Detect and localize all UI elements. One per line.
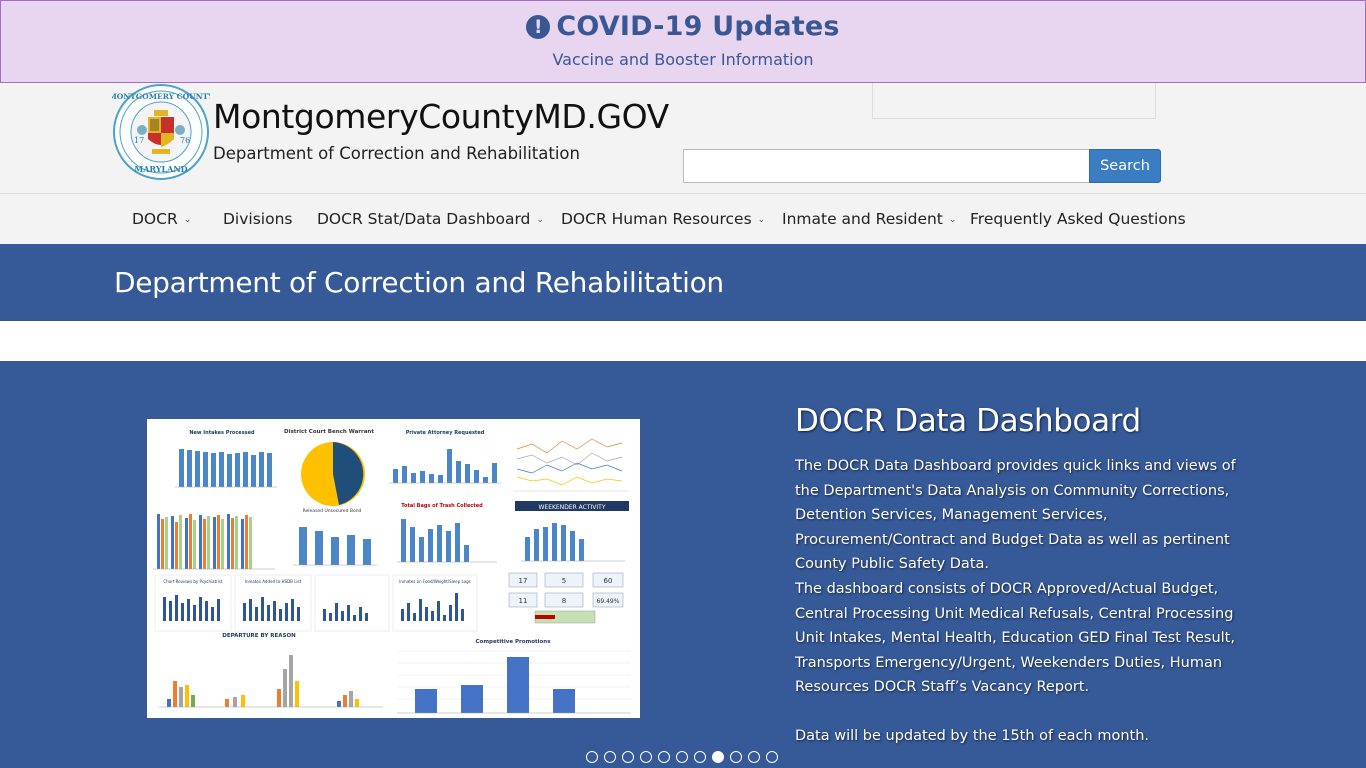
dash-panel-title: DEPARTURE BY REASON: [222, 633, 296, 639]
dash-panel-title: Competitive Promotions: [476, 639, 552, 645]
covid-title[interactable]: ! COVID-19 Updates: [1, 11, 1365, 42]
hero-paragraph-3: Data will be updated by the 15th of each…: [795, 728, 1149, 744]
exclamation-circle-icon: !: [526, 15, 551, 39]
nav-item-label: Inmate and Resident: [782, 210, 943, 228]
page-title: Department of Correction and Rehabilitat…: [114, 266, 724, 299]
dash-panel-title: Chart Reviews by Psychiatrist: [163, 579, 223, 584]
covid-title-text: COVID-19 Updates: [556, 11, 840, 42]
covid-subtitle-link[interactable]: Vaccine and Booster Information: [1, 50, 1365, 69]
svg-text:MONTGOMERY COUNTY: MONTGOMERY COUNTY: [112, 92, 210, 101]
dash-panel-title: Released Unsecured Bond: [303, 508, 362, 514]
main-nav: DOCR ⌄ Divisions DOCR Stat/Data Dashboard…: [0, 193, 1366, 244]
chevron-down-icon: ⌄: [757, 215, 766, 225]
dash-kpi-value: 69.49%: [597, 598, 620, 605]
dash-panel-title: District Court Bench Warrant: [284, 429, 374, 435]
svg-text:76: 76: [180, 136, 190, 145]
dash-kpi-value: 60: [604, 577, 613, 585]
carousel-dot[interactable]: [766, 751, 778, 763]
nav-item-docr-human-resources[interactable]: DOCR Human Resources ⌄: [561, 210, 765, 228]
page-title-banner: Department of Correction and Rehabilitat…: [0, 244, 1366, 321]
site-header: MONTGOMERY COUNTY MARYLAND 17 76 Montgom…: [0, 83, 1366, 193]
dash-panel-title: New Intakes Processed: [189, 430, 255, 436]
nav-item-label: DOCR Human Resources: [561, 210, 752, 228]
site-title[interactable]: MontgomeryCountyMD.GOV: [213, 97, 669, 136]
department-name[interactable]: Department of Correction and Rehabilitat…: [213, 144, 580, 163]
dash-panel-title: WEEKENDER ACTIVITY: [538, 504, 605, 511]
hero-paragraph-1: The DOCR Data Dashboard provides quick l…: [795, 458, 1236, 573]
nav-item-label: DOCR: [132, 210, 178, 228]
dash-panel-title: Total Bags of Trash Collected: [401, 503, 483, 509]
carousel-dot[interactable]: [622, 751, 634, 763]
montgomery-county-seal-logo[interactable]: MONTGOMERY COUNTY MARYLAND 17 76: [108, 83, 214, 181]
dash-kpi-value: 17: [519, 577, 528, 585]
carousel-dot[interactable]: [730, 751, 742, 763]
nav-item-docr[interactable]: DOCR ⌄: [132, 210, 191, 228]
dash-kpi-value: 8: [562, 597, 566, 605]
carousel-dot[interactable]: [676, 751, 688, 763]
chevron-down-icon: ⌄: [536, 215, 544, 225]
carousel-dot[interactable]: [586, 751, 598, 763]
nav-item-label: Divisions: [223, 210, 293, 228]
nav-item-faq[interactable]: Frequently Asked Questions: [970, 210, 1186, 228]
dash-panel-title: Inmates Added to HSDB List: [245, 579, 302, 584]
nav-item-label: Frequently Asked Questions: [970, 210, 1186, 228]
carousel-dot[interactable]: [640, 751, 652, 763]
header-utility-box: [872, 83, 1156, 119]
chevron-down-icon: ⌄: [948, 215, 957, 225]
dash-panel-title: Private Attorney Requested: [406, 430, 485, 436]
hero-carousel: New Intakes Processed District Court Ben…: [0, 361, 1366, 768]
dashboard-preview-image[interactable]: New Intakes Processed District Court Ben…: [147, 419, 640, 718]
svg-text:MARYLAND: MARYLAND: [134, 164, 187, 174]
search-button[interactable]: Search: [1089, 149, 1161, 183]
chevron-down-icon: ⌄: [183, 215, 192, 225]
carousel-dot[interactable]: [604, 751, 616, 763]
search-input[interactable]: [683, 149, 1090, 183]
svg-text:17: 17: [134, 136, 144, 145]
carousel-dot[interactable]: [694, 751, 706, 763]
carousel-pagination: [586, 751, 778, 763]
hero-paragraph-2: The dashboard consists of DOCR Approved/…: [795, 581, 1235, 696]
nav-item-divisions[interactable]: Divisions: [223, 210, 293, 228]
covid-updates-banner[interactable]: ! COVID-19 Updates Vaccine and Booster In…: [0, 0, 1366, 83]
nav-item-inmate-and-resident[interactable]: Inmate and Resident ⌄: [782, 210, 956, 228]
carousel-dot-active[interactable]: [712, 751, 724, 763]
hero-title: DOCR Data Dashboard: [795, 403, 1141, 439]
carousel-dot[interactable]: [658, 751, 670, 763]
dash-panel-title: Inmates on Food/Weight/Sleep Logs: [399, 579, 471, 584]
nav-item-label: DOCR Stat/Data Dashboard: [317, 210, 531, 228]
dash-kpi-value: 11: [519, 597, 528, 605]
nav-item-docr-stat-data-dashboard[interactable]: DOCR Stat/Data Dashboard ⌄: [317, 210, 544, 228]
carousel-dot[interactable]: [748, 751, 760, 763]
dash-kpi-value: 5: [562, 577, 566, 585]
